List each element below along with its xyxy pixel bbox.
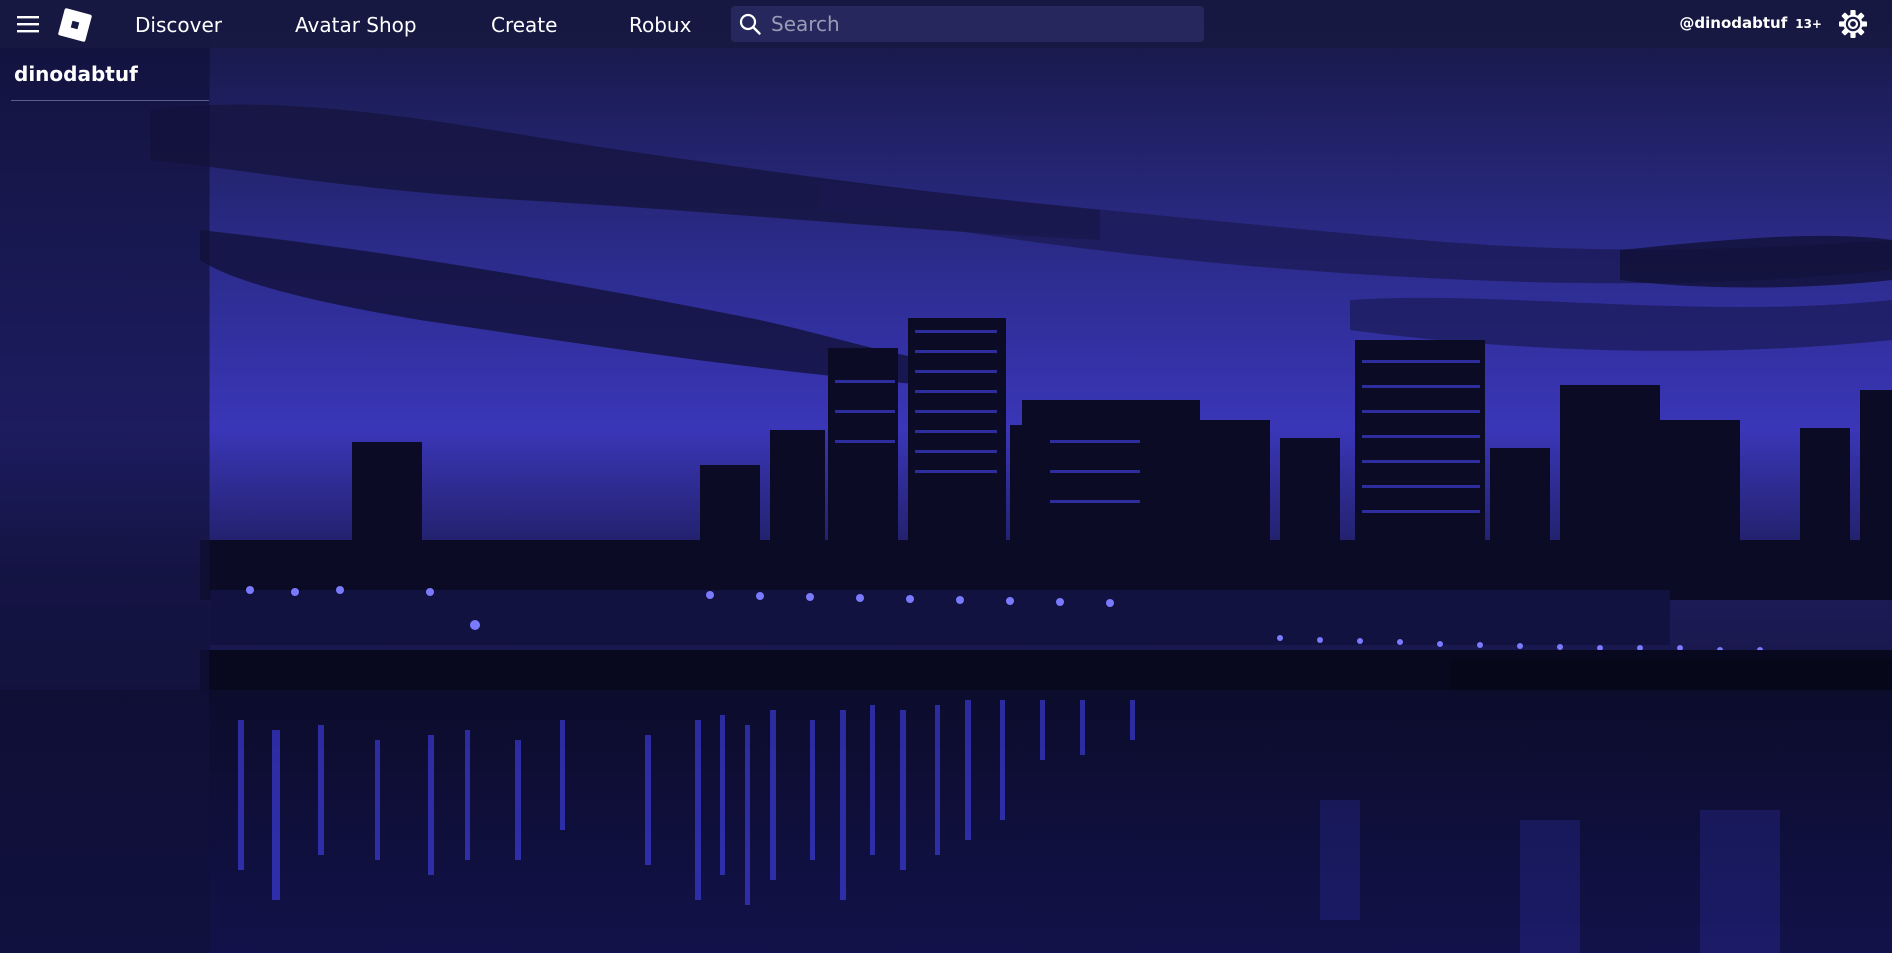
search-icon bbox=[739, 13, 761, 35]
nav-link-discover[interactable]: Discover bbox=[135, 12, 222, 38]
user-profile-link[interactable]: @dinodabtuf 13+ bbox=[1679, 12, 1822, 34]
nav-link-robux[interactable]: Robux bbox=[629, 12, 691, 38]
username-handle: @dinodabtuf bbox=[1679, 14, 1788, 32]
nav-link-avatar-shop[interactable]: Avatar Shop bbox=[295, 12, 417, 38]
hamburger-menu-icon[interactable] bbox=[16, 12, 40, 36]
page-root: Discover Avatar Shop Create Robux @dinod… bbox=[0, 0, 1892, 953]
nav-link-create[interactable]: Create bbox=[491, 12, 557, 38]
sidebar-divider bbox=[11, 100, 209, 101]
search-bar[interactable] bbox=[731, 6, 1204, 42]
sidebar-username[interactable]: dinodabtuf bbox=[14, 62, 138, 86]
roblox-logo-icon[interactable] bbox=[57, 7, 93, 43]
gear-icon[interactable] bbox=[1838, 9, 1868, 39]
age-badge: 13+ bbox=[1795, 17, 1822, 31]
top-navigation-bar: Discover Avatar Shop Create Robux @dinod… bbox=[0, 0, 1892, 48]
search-input[interactable] bbox=[771, 9, 1191, 39]
left-sidebar: dinodabtuf bbox=[0, 48, 209, 953]
background-city-image bbox=[0, 0, 1892, 953]
